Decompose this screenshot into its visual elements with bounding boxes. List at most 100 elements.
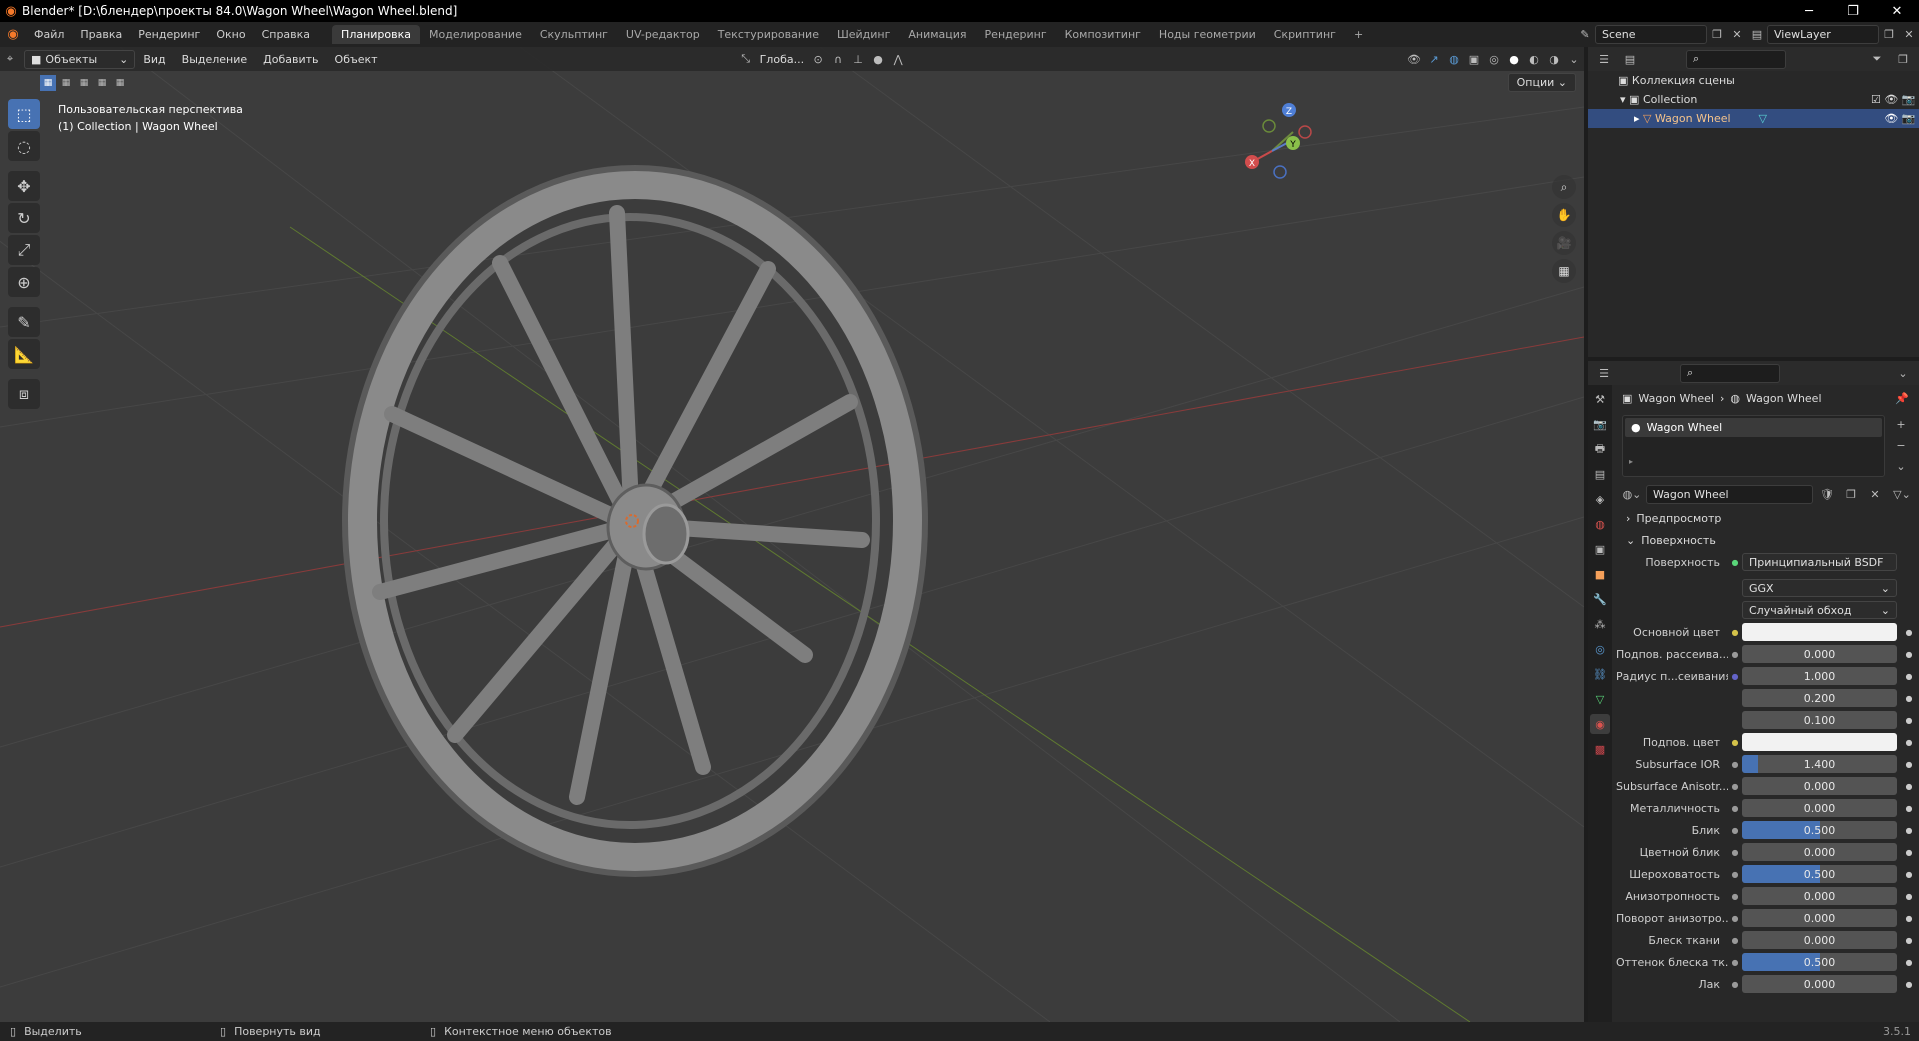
property-value-slider[interactable]: 0.500 bbox=[1742, 865, 1897, 883]
tab-modeling[interactable]: Моделирование bbox=[420, 25, 531, 44]
shading-options-icon[interactable]: ⌄ bbox=[1564, 50, 1584, 69]
viewport-canvas[interactable]: Z Y X bbox=[0, 47, 1584, 1022]
visibility-icon[interactable]: 👁 bbox=[1404, 50, 1424, 69]
pivot-point-icon[interactable]: ⊙ bbox=[808, 50, 828, 69]
preview-panel-header[interactable]: › Предпросмотр bbox=[1616, 507, 1915, 529]
material-shading-icon[interactable]: ◐ bbox=[1524, 50, 1544, 69]
keyframe-dot-icon[interactable]: ● bbox=[1903, 650, 1915, 659]
falloff-icon[interactable]: ⋀ bbox=[888, 50, 908, 69]
list-expand-icon[interactable]: ▸ bbox=[1623, 439, 1884, 466]
scale-tool[interactable]: ⤢ bbox=[8, 235, 40, 265]
menu-render[interactable]: Рендеринг bbox=[130, 28, 208, 41]
keyframe-dot-icon[interactable]: ● bbox=[1903, 980, 1915, 989]
eye-icon[interactable]: 👁 bbox=[1884, 112, 1898, 125]
constraints-tab-icon[interactable]: ⛓ bbox=[1590, 664, 1610, 684]
new-scene-icon[interactable]: ❐ bbox=[1707, 25, 1727, 44]
menu-file[interactable]: Файл bbox=[26, 28, 72, 41]
keyframe-dot-icon[interactable]: ● bbox=[1903, 628, 1915, 637]
rotate-tool[interactable]: ↻ bbox=[8, 203, 40, 233]
view-layer-field[interactable]: ViewLayer bbox=[1767, 25, 1879, 44]
transform-orientation-icon[interactable]: ⤡ bbox=[736, 50, 756, 69]
menu-edit[interactable]: Правка bbox=[72, 28, 130, 41]
viewport-menu-view[interactable]: Вид bbox=[135, 53, 173, 66]
add-slot-button[interactable]: + bbox=[1891, 415, 1911, 434]
color-swatch[interactable] bbox=[1742, 623, 1897, 641]
data-tab-icon[interactable]: ▽ bbox=[1590, 689, 1610, 709]
material-slot-item[interactable]: ● Wagon Wheel bbox=[1625, 418, 1882, 437]
property-value-slider[interactable]: 0.000 bbox=[1742, 887, 1897, 905]
keyframe-dot-icon[interactable]: ● bbox=[1903, 892, 1915, 901]
transform-tool[interactable]: ⊕ bbox=[8, 267, 40, 297]
tool-tab-icon[interactable]: ⚒ bbox=[1590, 389, 1610, 409]
editor-type-icon[interactable]: ⌖ bbox=[0, 50, 20, 69]
add-workspace-button[interactable]: + bbox=[1345, 25, 1372, 44]
delete-view-layer-icon[interactable]: ✕ bbox=[1899, 25, 1919, 44]
tab-geometry-nodes[interactable]: Ноды геометрии bbox=[1150, 25, 1265, 44]
keyframe-dot-icon[interactable]: ● bbox=[1903, 848, 1915, 857]
property-value-slider[interactable]: 0.000 bbox=[1742, 975, 1897, 993]
view-layer-tab-icon[interactable]: ▤ bbox=[1590, 464, 1610, 484]
keyframe-dot-icon[interactable]: ● bbox=[1903, 738, 1915, 747]
texture-tab-icon[interactable]: ▩ bbox=[1590, 739, 1610, 759]
link-mode-icon[interactable]: ▽⌄ bbox=[1889, 485, 1915, 504]
material-tab-icon[interactable]: ◉ bbox=[1590, 714, 1610, 734]
view-layer-icon[interactable]: ▤ bbox=[1747, 25, 1767, 44]
output-tab-icon[interactable]: 🖶 bbox=[1590, 439, 1610, 459]
gizmo-toggle-icon[interactable]: ↗ bbox=[1424, 50, 1444, 69]
properties-options-icon[interactable]: ⌄ bbox=[1893, 364, 1913, 383]
keyframe-dot-icon[interactable]: ● bbox=[1903, 826, 1915, 835]
checkbox-icon[interactable]: ☑ bbox=[1871, 93, 1881, 106]
measure-tool[interactable]: 📐 bbox=[8, 339, 40, 369]
viewport-menu-select[interactable]: Выделение bbox=[174, 53, 256, 66]
property-value-slider[interactable]: 0.500 bbox=[1742, 821, 1897, 839]
properties-editor-type-icon[interactable]: ☰ bbox=[1594, 364, 1614, 383]
tab-compositing[interactable]: Композитинг bbox=[1056, 25, 1150, 44]
keyframe-dot-icon[interactable]: ● bbox=[1903, 694, 1915, 703]
property-value-slider[interactable]: 0.000 bbox=[1742, 843, 1897, 861]
filter-icon[interactable]: ⏷ bbox=[1867, 50, 1887, 69]
select-new-icon[interactable]: ▦ bbox=[40, 75, 56, 91]
property-value-slider[interactable]: 1.000 bbox=[1742, 667, 1897, 685]
distribution-dropdown[interactable]: GGX ⌄ bbox=[1742, 579, 1897, 597]
solid-shading-icon[interactable]: ● bbox=[1504, 50, 1524, 69]
render-tab-icon[interactable]: 📷 bbox=[1590, 414, 1610, 434]
close-button[interactable]: ✕ bbox=[1875, 4, 1919, 19]
outliner-search-input[interactable]: ⌕ bbox=[1686, 49, 1786, 69]
subsurface-method-dropdown[interactable]: Случайный обход ⌄ bbox=[1742, 601, 1897, 619]
keyframe-dot-icon[interactable]: ● bbox=[1903, 782, 1915, 791]
modifier-tab-icon[interactable]: 🔧 bbox=[1590, 589, 1610, 609]
fake-user-icon[interactable]: 🛡 bbox=[1817, 485, 1837, 504]
scene-icon[interactable]: ✎ bbox=[1575, 25, 1595, 44]
outliner-row-wagon-wheel[interactable]: ▸ ▽ Wagon Wheel ▽ 👁 📷 bbox=[1588, 109, 1919, 128]
tab-rendering[interactable]: Рендеринг bbox=[976, 25, 1056, 44]
transform-orientation-dropdown[interactable]: Глоба... bbox=[756, 53, 808, 66]
eye-icon[interactable]: 👁 bbox=[1884, 93, 1898, 106]
camera-render-icon[interactable]: 📷 bbox=[1902, 93, 1916, 106]
collection-tab-icon[interactable]: ▣ bbox=[1590, 539, 1610, 559]
keyframe-dot-icon[interactable]: ● bbox=[1903, 914, 1915, 923]
keyframe-dot-icon[interactable]: ● bbox=[1903, 760, 1915, 769]
particles-tab-icon[interactable]: ⁂ bbox=[1590, 614, 1610, 634]
duplicate-material-icon[interactable]: ❐ bbox=[1841, 485, 1861, 504]
tab-scripting[interactable]: Скриптинг bbox=[1265, 25, 1345, 44]
keyframe-dot-icon[interactable]: ● bbox=[1903, 870, 1915, 879]
camera-view-icon[interactable]: 🎥 bbox=[1552, 231, 1576, 255]
physics-tab-icon[interactable]: ◎ bbox=[1590, 639, 1610, 659]
pan-hand-icon[interactable]: ✋ bbox=[1552, 203, 1576, 227]
tab-shading[interactable]: Шейдинг bbox=[828, 25, 899, 44]
property-value-slider[interactable]: 0.000 bbox=[1742, 909, 1897, 927]
select-invert-icon[interactable]: ▦ bbox=[94, 75, 110, 91]
property-value-slider[interactable]: 0.200 bbox=[1742, 689, 1897, 707]
property-value-slider[interactable]: 0.000 bbox=[1742, 777, 1897, 795]
menu-help[interactable]: Справка bbox=[254, 28, 318, 41]
keyframe-dot-icon[interactable]: ● bbox=[1903, 716, 1915, 725]
color-swatch[interactable] bbox=[1742, 733, 1897, 751]
surface-shader-dropdown[interactable]: Принципиальный BSDF bbox=[1742, 553, 1897, 571]
overlay-toggle-icon[interactable]: ◍ bbox=[1444, 50, 1464, 69]
select-intersect-icon[interactable]: ▦ bbox=[112, 75, 128, 91]
rendered-shading-icon[interactable]: ◑ bbox=[1544, 50, 1564, 69]
expand-arrow-icon[interactable]: ▾ bbox=[1620, 93, 1626, 106]
snap-target-icon[interactable]: ⊥ bbox=[848, 50, 868, 69]
zoom-icon[interactable]: ⌕ bbox=[1552, 175, 1576, 199]
keyframe-dot-icon[interactable]: ● bbox=[1903, 672, 1915, 681]
